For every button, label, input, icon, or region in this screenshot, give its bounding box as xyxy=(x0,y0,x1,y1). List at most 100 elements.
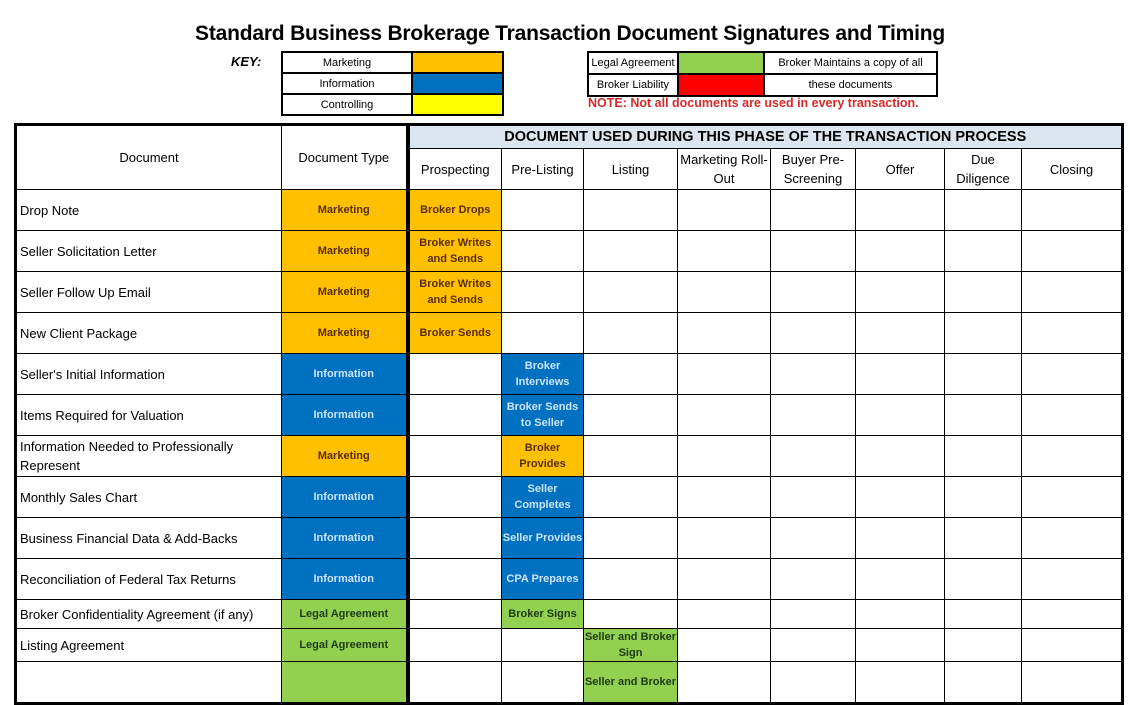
phase-cell xyxy=(1021,628,1123,662)
phase-cell xyxy=(770,271,856,313)
phase-cell xyxy=(944,476,1022,518)
phase-cell xyxy=(405,558,502,600)
phase-cell xyxy=(770,599,856,629)
phase-cell xyxy=(944,661,1022,704)
phase-cell xyxy=(405,476,502,518)
phase-cell xyxy=(405,435,502,477)
document-type: Information xyxy=(281,353,408,395)
phase-cell: Seller Completes xyxy=(501,476,584,518)
phase-cell xyxy=(944,353,1022,395)
phase-cell xyxy=(855,476,945,518)
phase-cell xyxy=(944,312,1022,354)
phase-cell xyxy=(677,312,771,354)
phase-cell: Seller and Broker xyxy=(583,661,678,704)
legend-label: Information xyxy=(281,72,413,95)
phase-cell xyxy=(677,394,771,436)
header-phase-offer: Offer xyxy=(855,148,945,190)
header-phase-prospecting: Prospecting xyxy=(405,148,502,190)
phase-cell xyxy=(501,189,584,231)
phase-cell xyxy=(677,661,771,704)
phase-cell xyxy=(944,558,1022,600)
phase-cell xyxy=(501,312,584,354)
phase-cell xyxy=(1021,661,1123,704)
phase-cell xyxy=(1021,189,1123,231)
legend-swatch-legal xyxy=(677,51,765,75)
phase-cell xyxy=(677,271,771,313)
phase-cell xyxy=(583,517,678,559)
phase-cell xyxy=(944,435,1022,477)
key-label: KEY: xyxy=(231,54,262,69)
legend-maintains-line2: these documents xyxy=(763,73,938,97)
document-name: Information Needed to Professionally Rep… xyxy=(15,435,282,477)
document-type: Legal Agreement xyxy=(281,599,408,629)
table-row: Broker Confidentiality Agreement (if any… xyxy=(15,599,1123,629)
legend-doc-types: Marketing Information Controlling xyxy=(281,51,504,116)
phase-cell xyxy=(677,230,771,272)
phase-cell xyxy=(583,189,678,231)
phase-cell xyxy=(677,476,771,518)
document-name xyxy=(15,661,282,704)
phase-cell xyxy=(855,271,945,313)
phase-cell xyxy=(583,558,678,600)
phase-cell xyxy=(405,628,502,662)
phase-cell: Broker Interviews xyxy=(501,353,584,395)
phase-cell xyxy=(944,517,1022,559)
phase-cell: Broker Writes and Sends xyxy=(405,230,502,272)
phase-cell xyxy=(405,394,502,436)
header-phase-pre-listing: Pre-Listing xyxy=(501,148,584,190)
table-row: Seller Follow Up Email Marketing Broker Wr… xyxy=(15,271,1123,313)
header-phase-due-diligence: Due Diligence xyxy=(944,148,1022,190)
phase-cell xyxy=(770,517,856,559)
phase-cell xyxy=(405,661,502,704)
phase-cell xyxy=(583,353,678,395)
phase-cell xyxy=(855,517,945,559)
phase-cell xyxy=(583,476,678,518)
phase-cell xyxy=(501,661,584,704)
phase-cell xyxy=(405,599,502,629)
table-row: Reconciliation of Federal Tax Returns Inf… xyxy=(15,558,1123,600)
phase-cell xyxy=(1021,599,1123,629)
table-row: Monthly Sales Chart Information Seller Com… xyxy=(15,476,1123,518)
phase-cell xyxy=(1021,435,1123,477)
phase-cell xyxy=(583,230,678,272)
phase-cell xyxy=(855,312,945,354)
phase-cell: Seller Provides xyxy=(501,517,584,559)
table-row: Business Financial Data & Add-Backs Infor… xyxy=(15,517,1123,559)
phase-cell: Broker Sends to Seller xyxy=(501,394,584,436)
phase-cell xyxy=(944,230,1022,272)
phase-cell xyxy=(1021,312,1123,354)
phase-cell: Broker Signs xyxy=(501,599,584,629)
phase-cell xyxy=(583,312,678,354)
table-row: Drop Note Marketing Broker Drops xyxy=(15,189,1123,231)
phase-cell xyxy=(1021,394,1123,436)
phase-cell xyxy=(405,517,502,559)
legend-row: Broker Liability these documents xyxy=(587,73,938,97)
document-type: Marketing xyxy=(281,271,408,313)
phase-cell xyxy=(944,628,1022,662)
band-row: Document Document Type DOCUMENT USED DUR… xyxy=(15,124,1123,190)
document-name: Broker Confidentiality Agreement (if any… xyxy=(15,599,282,629)
phase-cell xyxy=(1021,353,1123,395)
phase-cell xyxy=(770,435,856,477)
document-name: Drop Note xyxy=(15,189,282,231)
phase-cell xyxy=(944,189,1022,231)
phase-cell xyxy=(583,599,678,629)
header-phase-closing: Closing xyxy=(1021,148,1123,190)
legend-swatch-controlling xyxy=(411,93,504,116)
table-row: Information Needed to Professionally Rep… xyxy=(15,435,1123,477)
legend-label: Broker Liability xyxy=(587,73,679,97)
phase-cell xyxy=(583,394,678,436)
phase-cell xyxy=(770,189,856,231)
phase-cell xyxy=(583,435,678,477)
phase-cell xyxy=(677,189,771,231)
phase-cell xyxy=(855,661,945,704)
document-type: Information xyxy=(281,476,408,518)
table-row: Seller's Initial Information Information B… xyxy=(15,353,1123,395)
legend-row: Legal Agreement Broker Maintains a copy … xyxy=(587,51,938,75)
legend-swatch-marketing xyxy=(411,51,504,74)
document-name: Seller Solicitation Letter xyxy=(15,230,282,272)
table-body: Drop Note Marketing Broker Drops Seller Sol… xyxy=(15,189,1123,704)
phase-cell xyxy=(855,435,945,477)
legend-swatch-liability xyxy=(677,73,765,97)
phase-cell: Broker Sends xyxy=(405,312,502,354)
